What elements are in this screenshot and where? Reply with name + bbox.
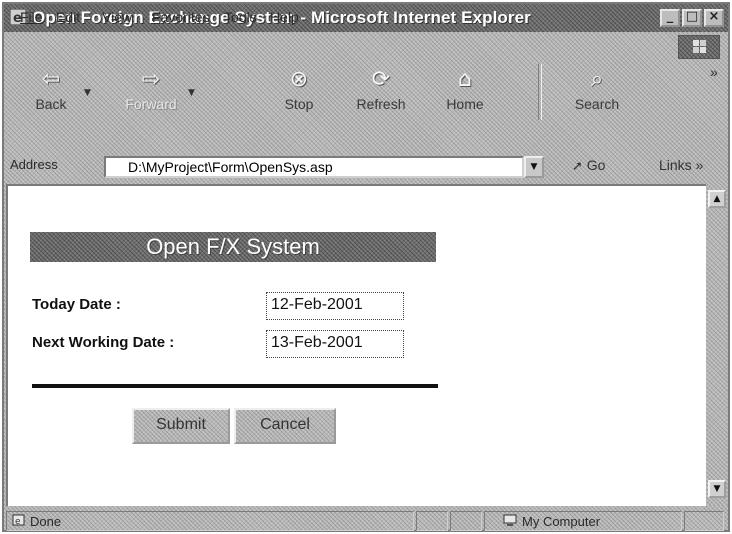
menu-view[interactable]: View bbox=[102, 9, 132, 25]
today-date-field[interactable]: 12-Feb-2001 bbox=[266, 292, 404, 320]
forward-dropdown-icon[interactable]: ▼ bbox=[188, 88, 195, 98]
links-button[interactable]: Links » bbox=[659, 157, 703, 173]
status-text: Done bbox=[30, 514, 62, 529]
scroll-down-icon[interactable]: ▼ bbox=[708, 480, 726, 498]
submit-button[interactable]: Submit bbox=[132, 408, 230, 444]
refresh-icon: ⟳ bbox=[371, 67, 391, 92]
go-button[interactable]: ➚ Go bbox=[572, 157, 605, 174]
form-title: Open F/X System bbox=[30, 232, 436, 262]
go-arrow-icon: ➚ bbox=[572, 158, 583, 173]
menu-favorites[interactable]: Favorites bbox=[152, 9, 210, 25]
vertical-scrollbar[interactable] bbox=[706, 184, 728, 506]
my-computer-icon bbox=[502, 514, 518, 530]
next-working-date-field[interactable]: 13-Feb-2001 bbox=[266, 330, 404, 358]
maximize-button[interactable]: □ bbox=[682, 9, 702, 27]
stop-icon: ⊗ bbox=[289, 67, 309, 92]
menu-bar bbox=[4, 32, 728, 58]
browser-window: e Open Foreign Exchange System - Microso… bbox=[2, 2, 730, 532]
menu-edit[interactable]: Edit bbox=[56, 9, 80, 25]
forward-button[interactable]: ⇨ Forward bbox=[114, 64, 188, 122]
windows-logo-icon bbox=[678, 35, 720, 59]
search-icon: ⌕ bbox=[590, 67, 604, 92]
today-date-label: Today Date : bbox=[32, 296, 121, 313]
toolbar-overflow-icon[interactable]: » bbox=[710, 64, 718, 80]
status-cell-2 bbox=[416, 511, 448, 531]
status-page-icon: e bbox=[12, 514, 26, 529]
minimize-icon: _ bbox=[666, 9, 674, 24]
close-icon: × bbox=[708, 9, 720, 24]
home-icon: ⌂ bbox=[458, 67, 472, 92]
next-working-date-label: Next Working Date : bbox=[32, 334, 175, 351]
search-button[interactable]: ⌕ Search bbox=[560, 64, 634, 122]
maximize-icon: □ bbox=[685, 9, 699, 24]
status-grip-cell bbox=[684, 511, 724, 531]
address-input[interactable]: D:\MyProject\Form\OpenSys.asp bbox=[104, 156, 524, 178]
svg-text:e: e bbox=[15, 517, 21, 526]
home-button[interactable]: ⌂ Home bbox=[428, 64, 502, 122]
cancel-button[interactable]: Cancel bbox=[234, 408, 336, 444]
toolbar-separator bbox=[538, 64, 542, 120]
back-button[interactable]: ⇦ Back bbox=[14, 64, 88, 122]
address-dropdown-icon[interactable]: ▼ bbox=[524, 156, 544, 178]
status-zone: My Computer bbox=[522, 514, 601, 529]
refresh-button[interactable]: ⟳ Refresh bbox=[344, 64, 418, 122]
back-dropdown-icon[interactable]: ▼ bbox=[84, 88, 91, 98]
status-main-cell bbox=[6, 511, 414, 531]
address-label: Address bbox=[10, 157, 58, 172]
status-cell-3 bbox=[450, 511, 482, 531]
minimize-button[interactable]: _ bbox=[660, 9, 680, 27]
divider bbox=[32, 384, 438, 388]
menu-tools[interactable]: Tools bbox=[224, 9, 257, 25]
scroll-up-icon[interactable]: ▲ bbox=[708, 190, 726, 208]
forward-arrow-icon: ⇨ bbox=[141, 67, 161, 92]
menu-file[interactable]: File bbox=[20, 9, 43, 25]
menu-help[interactable]: Help bbox=[270, 9, 299, 25]
close-button[interactable]: × bbox=[704, 9, 724, 27]
back-arrow-icon: ⇦ bbox=[41, 67, 61, 92]
stop-button[interactable]: ⊗ Stop bbox=[262, 64, 336, 122]
